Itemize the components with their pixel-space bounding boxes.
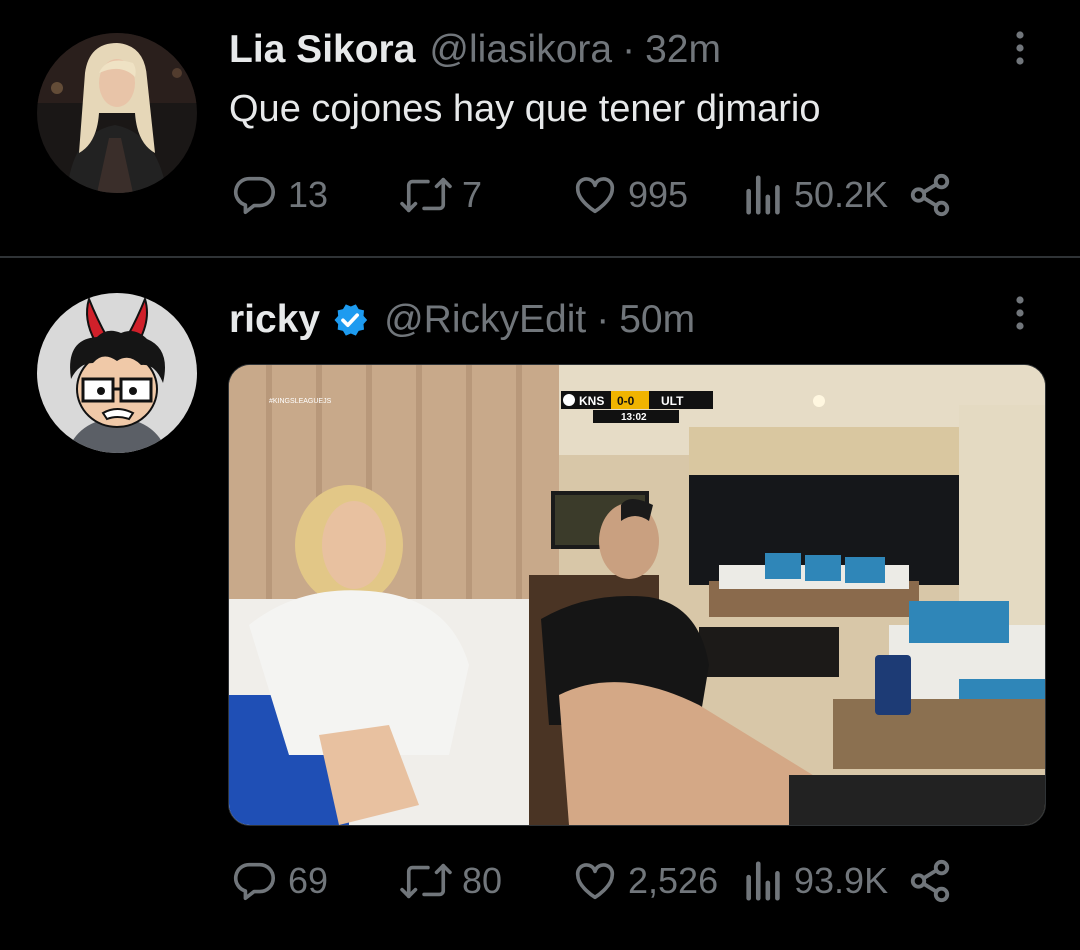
like-count: 2,526 <box>628 860 719 901</box>
retweet-count: 7 <box>462 174 483 215</box>
author-name[interactable]: Lia Sikora <box>229 28 415 72</box>
like-button[interactable]: 995 <box>570 170 688 220</box>
avatar-ricky[interactable] <box>37 293 197 453</box>
author-handle[interactable]: @liasikora <box>429 28 612 72</box>
tweet-ricky[interactable]: ricky @RickyEdit · 50m #KINGSLEAGUEJS KN… <box>0 258 1080 950</box>
timestamp[interactable]: 50m <box>619 298 695 342</box>
timestamp[interactable]: 32m <box>645 28 721 72</box>
like-icon <box>575 863 615 900</box>
views-button[interactable]: 93.9K <box>742 856 888 906</box>
scoreboard-score: 0-0 <box>617 394 635 408</box>
like-count: 995 <box>628 174 689 215</box>
separator-dot: · <box>596 298 610 341</box>
share-icon <box>910 859 950 903</box>
views-count: 50.2K <box>794 174 889 215</box>
share-icon <box>910 173 950 217</box>
separator-dot: · <box>622 28 636 71</box>
views-button[interactable]: 50.2K <box>742 170 888 220</box>
tweet-media-image[interactable]: #KINGSLEAGUEJS KNS 0-0 ULT 13:02 <box>228 364 1046 826</box>
views-icon <box>746 861 780 901</box>
tweet-header: ricky @RickyEdit · 50m <box>229 298 695 342</box>
tweet-lia-sikora[interactable]: Lia Sikora @liasikora · 32m Que cojones … <box>0 0 1080 256</box>
reply-icon <box>233 176 276 215</box>
reply-button[interactable]: 69 <box>230 856 328 906</box>
tweet-actions: 13 7 995 50.2K <box>230 170 970 220</box>
author-name[interactable]: ricky <box>229 298 320 342</box>
reply-icon <box>233 862 276 901</box>
retweet-button[interactable]: 80 <box>398 856 502 906</box>
reply-count: 13 <box>288 174 329 215</box>
share-button[interactable] <box>906 856 954 906</box>
scoreboard-clock: 13:02 <box>621 412 647 423</box>
like-button[interactable]: 2,526 <box>570 856 718 906</box>
more-options-icon[interactable] <box>1005 28 1035 68</box>
retweet-icon <box>400 177 452 213</box>
views-icon <box>746 175 780 215</box>
scoreboard-away: ULT <box>661 394 684 408</box>
like-icon <box>575 177 615 214</box>
reply-count: 69 <box>288 860 329 901</box>
avatar-lia-sikora[interactable] <box>37 33 197 193</box>
verified-badge-icon <box>330 300 370 340</box>
retweet-button[interactable]: 7 <box>398 170 482 220</box>
stream-brand-label: #KINGSLEAGUEJS <box>269 398 332 405</box>
retweet-count: 80 <box>462 860 503 901</box>
tweet-header: Lia Sikora @liasikora · 32m <box>229 28 721 72</box>
tweet-actions: 69 80 2,526 93.9K <box>230 856 970 906</box>
reply-button[interactable]: 13 <box>230 170 328 220</box>
author-handle[interactable]: @RickyEdit <box>384 298 586 342</box>
scoreboard-home: KNS <box>579 394 604 408</box>
views-count: 93.9K <box>794 860 889 901</box>
more-options-icon[interactable] <box>1005 293 1035 333</box>
share-button[interactable] <box>906 170 954 220</box>
tweet-text: Que cojones hay que tener djmario <box>229 88 821 130</box>
retweet-icon <box>400 863 452 899</box>
